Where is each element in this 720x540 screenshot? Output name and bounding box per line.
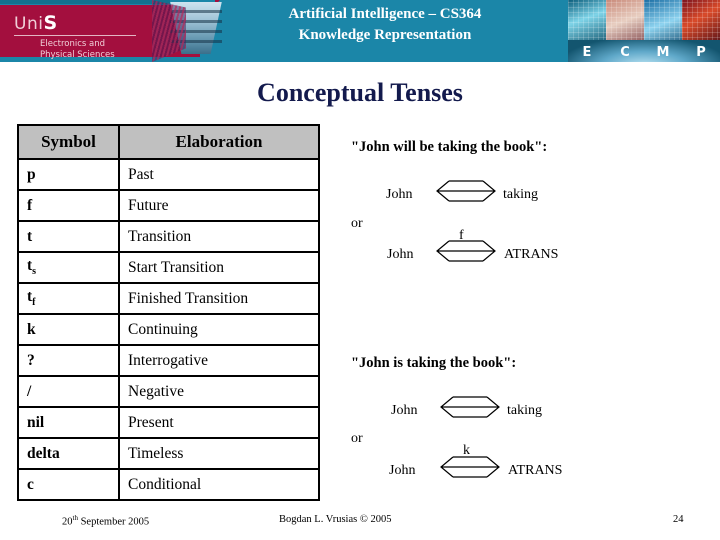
table-row: k Continuing xyxy=(17,313,320,346)
cell-elaboration: Continuing xyxy=(118,313,320,346)
slide-title: Conceptual Tenses xyxy=(257,78,463,107)
photo-letter-e: E xyxy=(582,45,592,60)
example-caption-future: "John will be taking the book": xyxy=(351,139,548,155)
photo-letter-m: M xyxy=(656,45,670,60)
table-row: t Transition xyxy=(17,220,320,253)
slide-footer: 20th September 2005 Bogdan L. Vrusias © … xyxy=(0,514,720,534)
diagram1-double-arrow-continuing xyxy=(439,394,501,425)
cell-elaboration: Start Transition xyxy=(118,251,320,284)
course-title: Artificial Intelligence – CS364 Knowledg… xyxy=(200,4,570,46)
table-row: f Future xyxy=(17,189,320,222)
diagram1-left-node-continuing: John xyxy=(391,403,418,418)
cell-elaboration: Finished Transition xyxy=(118,282,320,315)
table-row: nil Present xyxy=(17,406,320,439)
cell-elaboration: Future xyxy=(118,189,320,222)
footer-date-rest: September 2005 xyxy=(77,516,150,528)
header-banner: UniS Electronics and Physical Sciences A… xyxy=(0,0,720,62)
double-arrow-icon xyxy=(440,456,500,478)
cell-elaboration: Conditional xyxy=(118,468,320,501)
diagram2-double-arrow-future xyxy=(435,238,497,269)
example-block-continuing: "John is taking the book": John taking o… xyxy=(351,355,706,490)
unis-logo-wordmark: UniS xyxy=(14,12,136,34)
unis-logo-sub-line1: Electronics and xyxy=(40,39,106,49)
diagram2-right-node-future: ATRANS xyxy=(504,247,559,262)
double-arrow-icon xyxy=(436,180,496,202)
table-body: p Past f Future t Transition ts Start Transitio… xyxy=(17,158,320,501)
column-header-elaboration: Elaboration xyxy=(118,124,320,160)
diagram2-left-node-continuing: John xyxy=(389,463,416,478)
table-row: tf Finished Transition xyxy=(17,282,320,315)
table-row: p Past xyxy=(17,158,320,191)
column-header-symbol: Symbol xyxy=(17,124,120,160)
cell-symbol: p xyxy=(17,158,120,191)
diagram1-double-arrow-future xyxy=(435,178,497,209)
course-title-line1: Artificial Intelligence – CS364 xyxy=(288,6,482,22)
cell-elaboration: Past xyxy=(118,158,320,191)
cell-elaboration: Negative xyxy=(118,375,320,408)
cell-symbol: ? xyxy=(17,344,120,377)
table-row: ts Start Transition xyxy=(17,251,320,284)
cell-symbol-subscript: s xyxy=(32,266,37,278)
photo-letter-p: P xyxy=(696,45,706,60)
photo-letter-c: C xyxy=(620,45,630,60)
double-arrow-icon xyxy=(436,240,496,262)
unis-logo-divider xyxy=(14,35,136,36)
footer-date: 20th September 2005 xyxy=(62,514,149,528)
diagram1-right-node-continuing: taking xyxy=(507,403,542,418)
diagram2-right-node-continuing: ATRANS xyxy=(508,463,563,478)
cell-elaboration: Interrogative xyxy=(118,344,320,377)
cell-elaboration: Present xyxy=(118,406,320,439)
double-arrow-icon xyxy=(440,396,500,418)
conceptual-tenses-table: Symbol Elaboration p Past f Future t Transiti… xyxy=(17,124,320,501)
banner-top-stripe-dark xyxy=(0,0,170,4)
course-title-line2: Knowledge Representation xyxy=(298,27,472,43)
cell-symbol: tf xyxy=(17,282,120,315)
diagram1-left-node-future: John xyxy=(386,187,413,202)
cell-elaboration: Transition xyxy=(118,220,320,253)
table-row: / Negative xyxy=(17,375,320,408)
footer-date-number: 20 xyxy=(62,516,73,528)
building-streak-overlay xyxy=(152,0,186,62)
diagram2-left-node-future: John xyxy=(387,247,414,262)
cell-symbol: / xyxy=(17,375,120,408)
unis-logo-s: S xyxy=(43,12,58,34)
cell-elaboration: Timeless xyxy=(118,437,320,470)
table-header-row: Symbol Elaboration xyxy=(17,124,320,160)
example-caption-continuing: "John is taking the book": xyxy=(351,355,517,371)
table-row: ? Interrogative xyxy=(17,344,320,377)
unis-logo-sub-line2: Physical Sciences xyxy=(40,49,115,60)
cell-symbol: nil xyxy=(17,406,120,439)
cell-symbol: f xyxy=(17,189,120,222)
footer-page-number: 24 xyxy=(673,514,684,525)
example-block-future: "John will be taking the book": John tak… xyxy=(351,139,706,269)
footer-author: Bogdan L. Vrusias © 2005 xyxy=(279,514,392,525)
table-row: delta Timeless xyxy=(17,437,320,470)
or-label-future: or xyxy=(351,216,363,231)
cell-symbol: t xyxy=(17,220,120,253)
cell-symbol: c xyxy=(17,468,120,501)
or-label-continuing: or xyxy=(351,431,363,446)
cell-symbol-subscript: f xyxy=(32,297,36,309)
diagram2-double-arrow-continuing xyxy=(439,454,501,485)
cell-symbol: delta xyxy=(17,437,120,470)
unis-logo: UniS Electronics and Physical Sciences xyxy=(14,14,136,60)
table-row: c Conditional xyxy=(17,468,320,501)
cell-symbol: k xyxy=(17,313,120,346)
unis-logo-uni: Uni xyxy=(14,14,44,34)
cell-symbol: ts xyxy=(17,251,120,284)
department-photo-strip: E C M P xyxy=(568,0,720,62)
diagram1-right-node-future: taking xyxy=(503,187,538,202)
